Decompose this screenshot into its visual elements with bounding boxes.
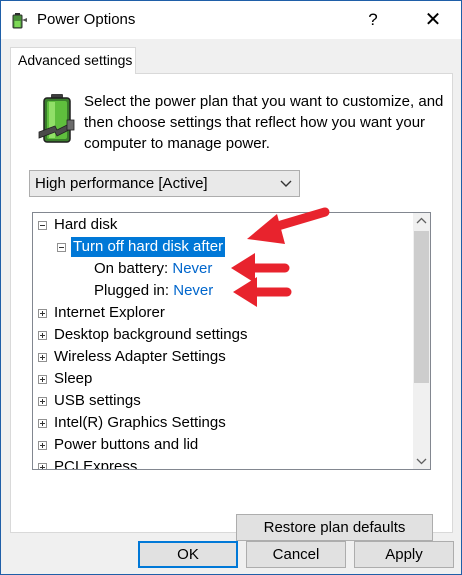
window-title: Power Options [37,11,136,28]
scroll-up-icon[interactable] [413,213,430,230]
power-plan-select[interactable]: High performance [Active] [29,170,300,197]
tree-item-label: Power buttons and lid [54,436,199,453]
power-plan-value: High performance [Active] [35,175,208,192]
power-options-icon [12,13,27,29]
tab-advanced-settings[interactable]: Advanced settings [10,47,136,74]
on-battery-value[interactable]: Never [172,260,212,277]
vertical-scrollbar[interactable] [413,213,430,469]
restore-plan-defaults-button[interactable]: Restore plan defaults [236,514,433,541]
tree-item-on-battery[interactable]: On battery: Never [94,259,212,281]
on-battery-label: On battery: [94,260,169,277]
tree-item-plugged-in[interactable]: Plugged in: Never [94,281,213,303]
plugged-in-label: Plugged in: [94,282,170,299]
description-text: Select the power plan that you want to c… [84,93,444,152]
expand-icon[interactable] [38,331,47,340]
expand-icon[interactable] [38,353,47,362]
tree-item-label: Internet Explorer [54,304,165,321]
apply-button[interactable]: Apply [354,541,454,568]
tree-item-label: Desktop background settings [54,326,248,343]
expand-icon[interactable] [38,463,47,469]
title-bar[interactable]: Power Options ? ✕ [1,1,461,39]
collapse-icon[interactable] [57,243,66,252]
chevron-down-icon [280,180,292,187]
tree-item-label: PCI Express [54,458,138,470]
collapse-icon[interactable] [38,221,47,230]
plugged-in-value[interactable]: Never [173,282,213,299]
cancel-button[interactable]: Cancel [246,541,346,568]
scrollbar-thumb[interactable] [414,231,429,383]
battery-plan-icon [38,94,75,143]
expand-icon[interactable] [38,419,47,428]
tree-item-label: USB settings [54,392,141,409]
power-options-dialog: Power Options ? ✕ Advanced settings Sele… [0,0,462,575]
expand-icon[interactable] [38,397,47,406]
expand-icon[interactable] [38,309,47,318]
tree-item-label-selected: Turn off hard disk after [71,237,226,257]
tree-item-label: Wireless Adapter Settings [54,348,226,365]
tree-item-label: Hard disk [54,216,118,233]
tree-item-label: Sleep [54,370,93,387]
annotation-arrow-icon [247,207,330,244]
close-button[interactable]: ✕ [418,7,448,33]
ok-button[interactable]: OK [138,541,238,568]
expand-icon[interactable] [38,441,47,450]
scroll-down-icon[interactable] [413,452,430,469]
tree-item-label: Intel(R) Graphics Settings [54,414,226,431]
help-button[interactable]: ? [362,7,384,33]
expand-icon[interactable] [38,375,47,384]
annotation-arrow-icon [233,277,292,307]
